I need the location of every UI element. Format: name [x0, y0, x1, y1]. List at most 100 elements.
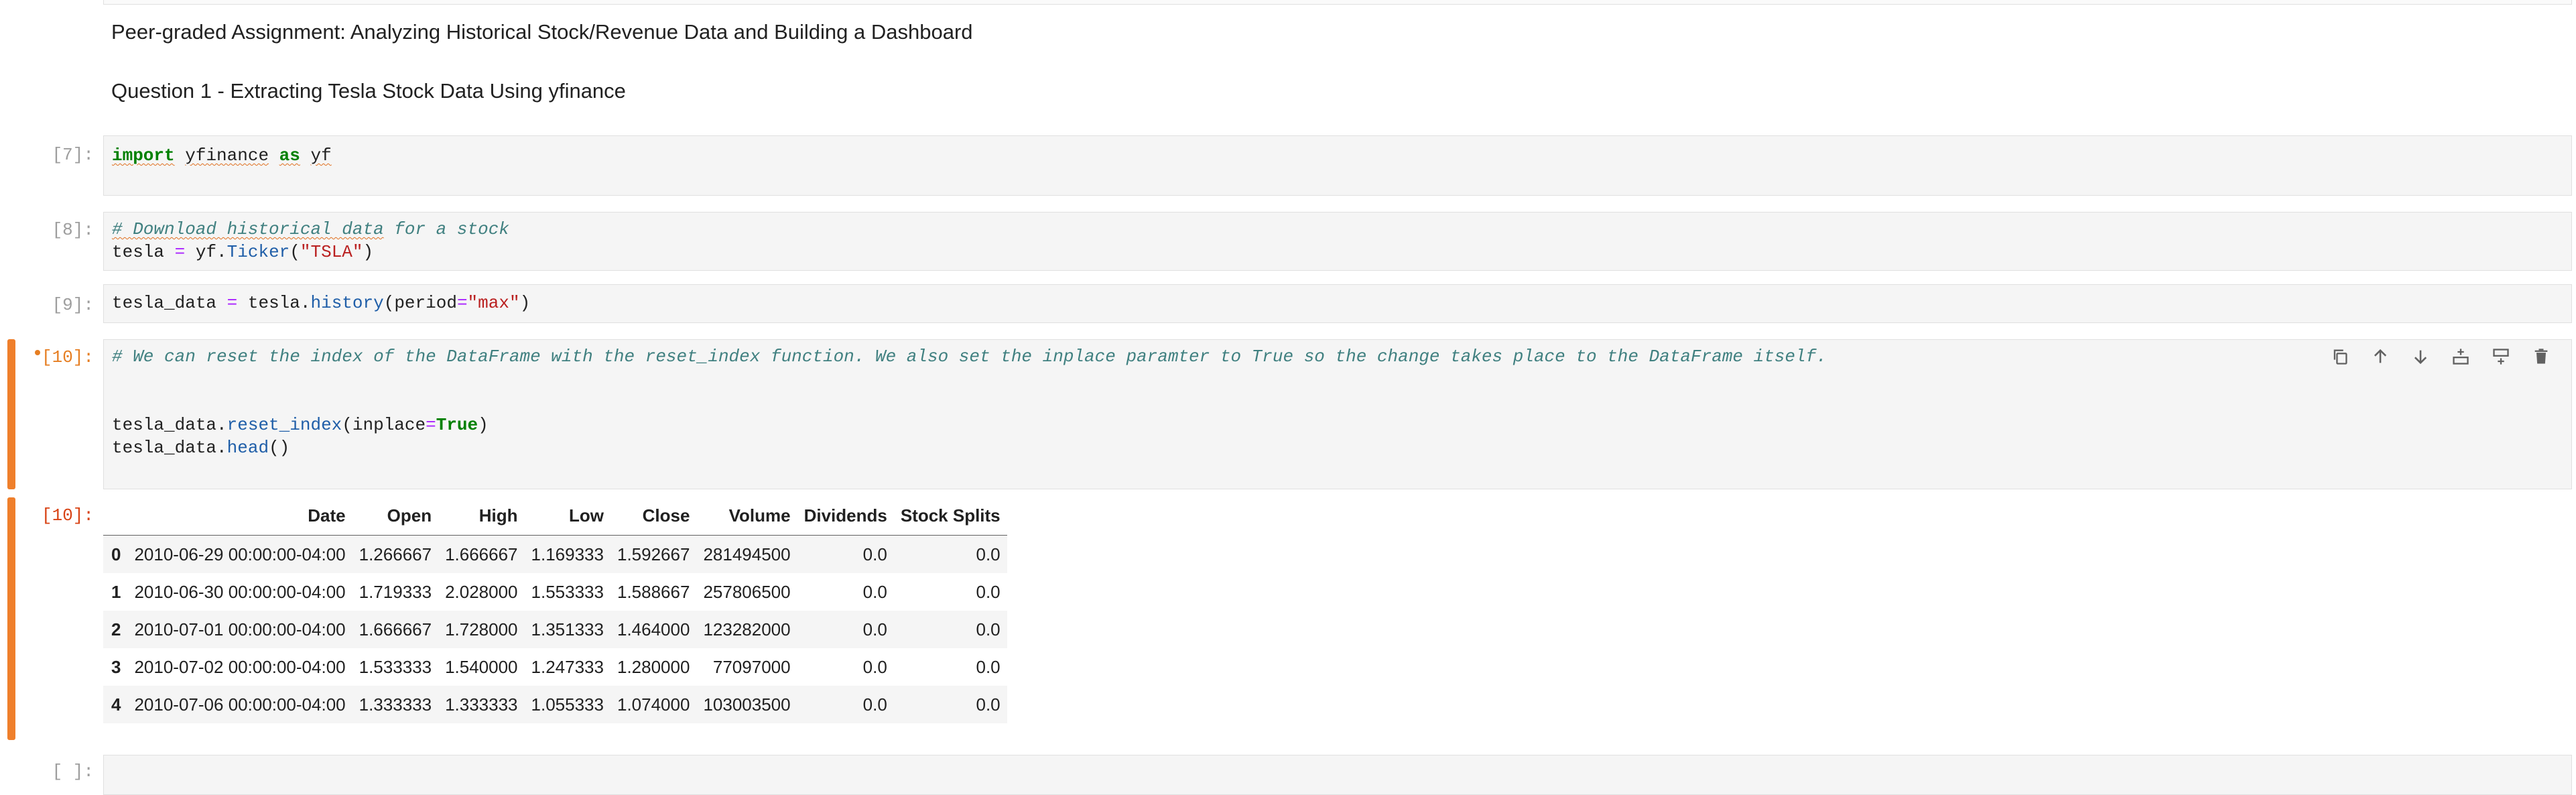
code-token: "TSLA" — [300, 242, 363, 262]
code-comment: for a stock — [383, 219, 509, 239]
table-cell: 2.028000 — [445, 581, 518, 602]
table-cell: 2010-07-01 00:00:00-04:00 — [134, 619, 346, 639]
copy-icon[interactable] — [2329, 346, 2351, 367]
table-cell: 0.0 — [976, 694, 1001, 715]
code-token: tesla_data — [112, 293, 217, 313]
index-header — [103, 496, 128, 536]
table-cell: 1.169333 — [531, 544, 604, 564]
code-token: import — [112, 145, 175, 166]
column-header: Stock Splits — [893, 496, 1007, 536]
table-cell: 0.0 — [862, 544, 887, 564]
table-header-row: Date Open High Low Close Volume Dividend… — [103, 496, 1007, 536]
code-token: = — [174, 242, 186, 262]
table-cell: 1.266667 — [359, 544, 432, 564]
column-header: Close — [610, 496, 697, 536]
table-cell: 2010-06-30 00:00:00-04:00 — [134, 581, 346, 602]
table-cell: 0.0 — [976, 619, 1001, 639]
code-cell-7[interactable]: import yfinance as yf — [103, 135, 2572, 196]
code-cell-8[interactable]: # Download historical data for a stock t… — [103, 212, 2572, 271]
previous-cell-edge — [103, 0, 2572, 5]
table-cell: 0.0 — [862, 656, 887, 677]
cell-prompt-8: [8]: — [52, 220, 94, 240]
table-cell: 103003500 — [703, 694, 791, 715]
code-token: tesla_data. — [112, 438, 227, 458]
dataframe-output: Date Open High Low Close Volume Dividend… — [103, 496, 1007, 723]
code-token: "max" — [467, 293, 520, 313]
table-cell: 0.0 — [862, 694, 887, 715]
table-cell: 1.533333 — [359, 656, 432, 677]
code-token: tesla_data. — [112, 415, 227, 435]
table-cell: 0.0 — [862, 619, 887, 639]
table-cell: 1.553333 — [531, 581, 604, 602]
code-token: reset_index — [227, 415, 342, 435]
insert-above-icon[interactable] — [2450, 346, 2471, 367]
row-index: 2 — [111, 619, 121, 639]
delete-icon[interactable] — [2530, 346, 2552, 367]
output-prompt-10: [10]: — [41, 505, 94, 526]
code-cell-10[interactable]: # We can reset the index of the DataFram… — [103, 339, 2572, 489]
table-cell: 1.333333 — [359, 694, 432, 715]
table-cell: 1.333333 — [445, 694, 518, 715]
table-row: 0 2010-06-29 00:00:00-04:00 1.266667 1.6666… — [103, 535, 1007, 573]
code-token: tesla — [112, 242, 165, 262]
table-cell: 1.728000 — [445, 619, 518, 639]
cell-prompt-10: [10]: — [41, 347, 94, 367]
table-cell: 123282000 — [703, 619, 791, 639]
code-cell-9[interactable]: tesla_data = tesla.history(period="max") — [103, 284, 2572, 323]
table-cell: 77097000 — [712, 656, 791, 677]
code-comment: # Download historical data — [112, 219, 384, 239]
cell-toolbar — [2329, 346, 2552, 367]
code-token: period — [394, 293, 457, 313]
table-cell: 1.666667 — [445, 544, 518, 564]
code-token: Ticker — [227, 242, 290, 262]
row-index: 4 — [111, 694, 121, 715]
output-collapse-bar[interactable] — [7, 497, 15, 740]
table-cell: 0.0 — [862, 581, 887, 602]
table-cell: 0.0 — [976, 581, 1001, 602]
column-header: High — [438, 496, 525, 536]
table-cell: 1.592667 — [617, 544, 690, 564]
code-reset-index[interactable]: # We can reset the index of the DataFram… — [112, 345, 1827, 459]
cell-prompt-9: [9]: — [52, 295, 94, 315]
code-token: as — [279, 145, 300, 166]
table-row: 4 2010-07-06 00:00:00-04:00 1.333333 1.3333… — [103, 686, 1007, 723]
code-token: tesla. — [247, 293, 311, 313]
table-cell: 2010-07-06 00:00:00-04:00 — [134, 694, 346, 715]
markdown-question: Question 1 - Extracting Tesla Stock Data… — [111, 79, 626, 103]
table-cell: 2010-07-02 00:00:00-04:00 — [134, 656, 346, 677]
table-cell: 257806500 — [703, 581, 791, 602]
table-cell: 1.351333 — [531, 619, 604, 639]
code-comment: # We can reset the index of the DataFram… — [112, 347, 1827, 367]
code-token: yf. — [195, 242, 227, 262]
table-cell: 1.588667 — [617, 581, 690, 602]
table-row: 1 2010-06-30 00:00:00-04:00 1.719333 2.0280… — [103, 573, 1007, 611]
column-header: Date — [127, 496, 352, 536]
code-token: yfinance — [185, 145, 269, 166]
table-cell: 281494500 — [703, 544, 791, 564]
table-cell: 0.0 — [976, 656, 1001, 677]
code-token: = — [227, 293, 238, 313]
move-up-icon[interactable] — [2370, 346, 2391, 367]
code-download-ticker[interactable]: # Download historical data for a stock t… — [112, 218, 509, 263]
cell-prompt-7: [7]: — [52, 145, 94, 165]
move-down-icon[interactable] — [2410, 346, 2431, 367]
row-index: 3 — [111, 656, 121, 677]
table-cell: 1.055333 — [531, 694, 604, 715]
code-token: inplace — [352, 415, 426, 435]
table-cell: 2010-06-29 00:00:00-04:00 — [134, 544, 346, 564]
code-token: True — [436, 415, 478, 435]
table-cell: 1.719333 — [359, 581, 432, 602]
code-import-yfinance[interactable]: import yfinance as yf — [112, 144, 332, 167]
table-row: 2 2010-07-01 00:00:00-04:00 1.666667 1.7280… — [103, 611, 1007, 648]
table-cell: 1.464000 — [617, 619, 690, 639]
code-token: head — [227, 438, 269, 458]
row-index: 1 — [111, 581, 121, 602]
insert-below-icon[interactable] — [2490, 346, 2512, 367]
code-history[interactable]: tesla_data = tesla.history(period="max") — [112, 292, 530, 314]
cell-prompt-empty: [ ]: — [52, 761, 94, 782]
row-index: 0 — [111, 544, 121, 564]
table-cell: 1.074000 — [617, 694, 690, 715]
table-cell: 0.0 — [976, 544, 1001, 564]
column-header: Volume — [696, 496, 797, 536]
empty-code-cell[interactable] — [103, 755, 2572, 795]
